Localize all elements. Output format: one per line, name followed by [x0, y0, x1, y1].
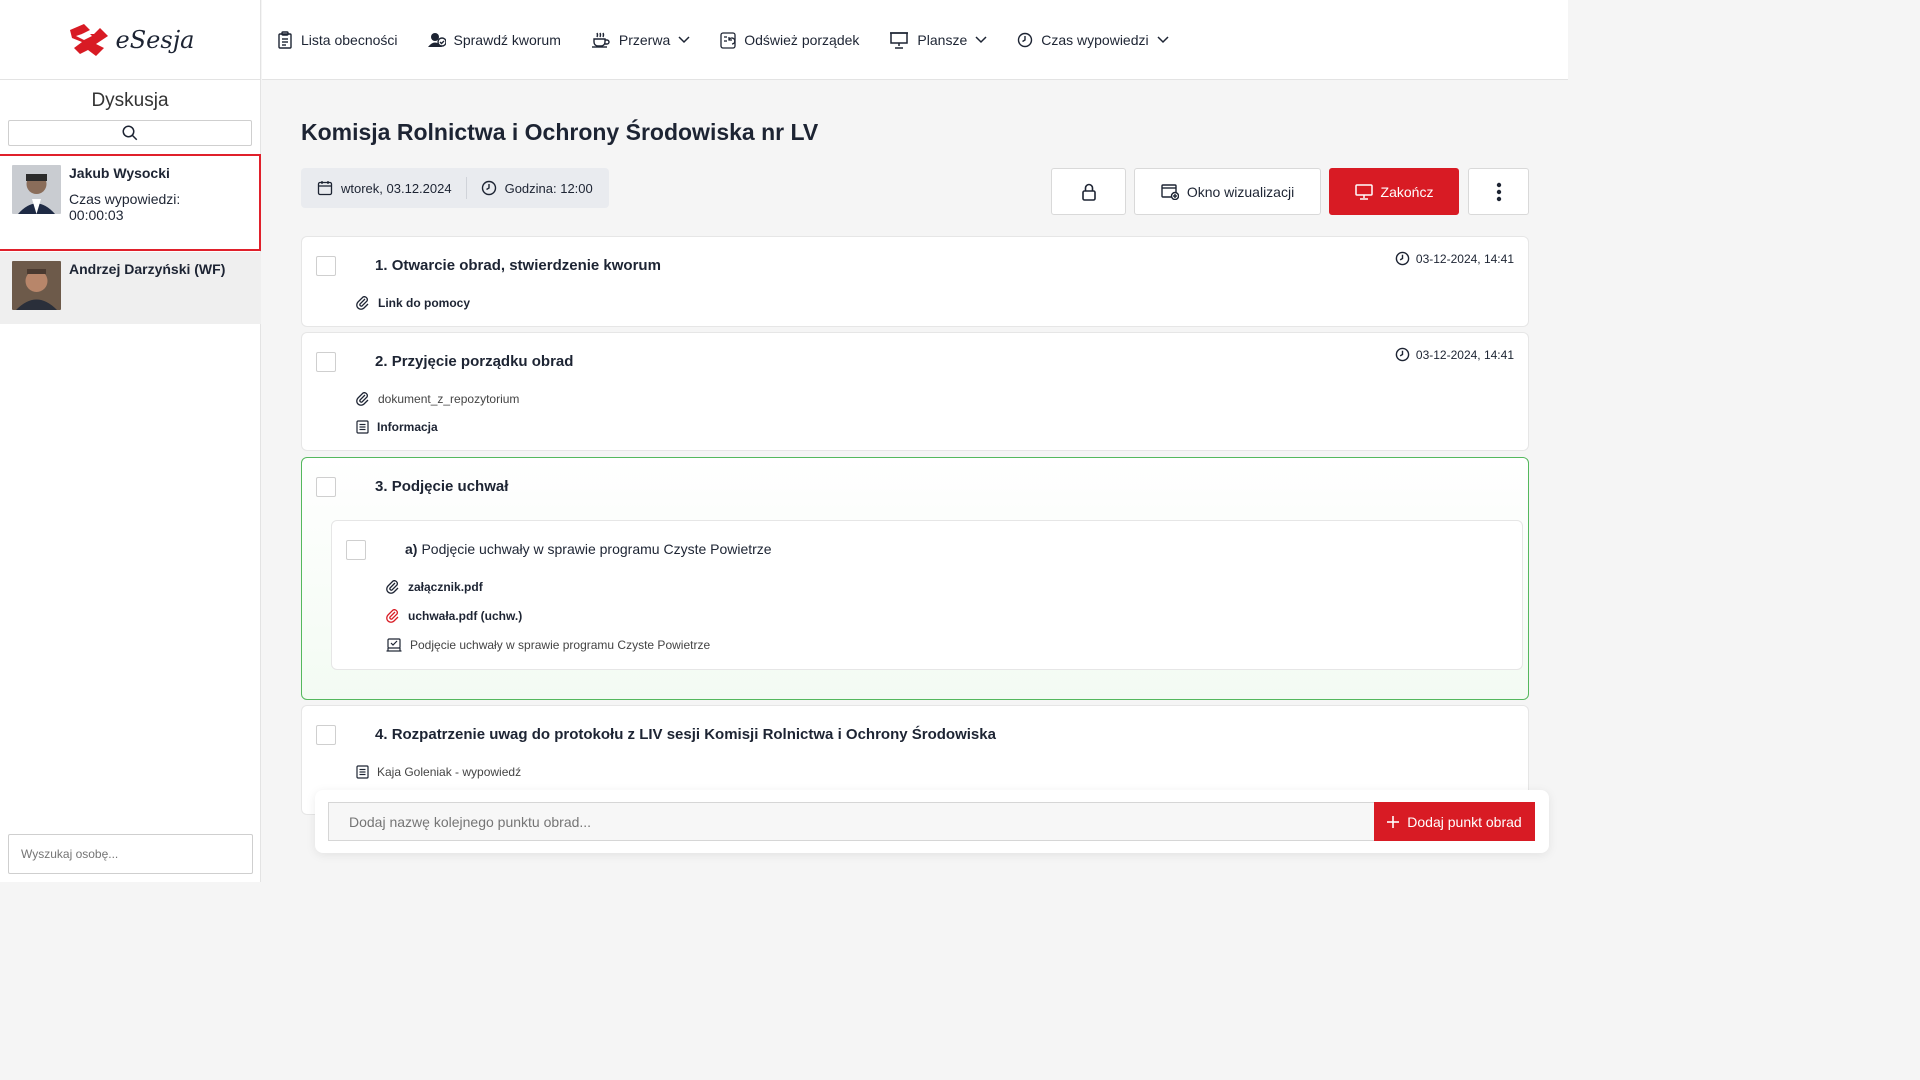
user-check-icon: [427, 32, 446, 47]
visualization-window-button[interactable]: Okno wizualizacji: [1134, 168, 1321, 215]
add-agenda-item-button[interactable]: Dodaj punkt obrad: [1374, 802, 1535, 841]
end-session-label: Zakończ: [1380, 183, 1434, 200]
end-session-button[interactable]: Zakończ: [1329, 168, 1459, 215]
agenda-item-checkbox[interactable]: [316, 256, 336, 276]
paperclip-red-icon: [386, 609, 399, 623]
attachment-link[interactable]: Link do pomocy: [356, 296, 470, 310]
plus-icon: [1387, 815, 1400, 828]
toolbar-check-quorum[interactable]: Sprawdź kworum: [427, 31, 561, 48]
clipboard-icon: [278, 30, 292, 49]
speaker-time-label: Czas wypowiedzi:: [69, 191, 181, 207]
chevron-down-icon: [1157, 35, 1169, 43]
toolbar-boards-dropdown[interactable]: Plansze: [889, 31, 987, 49]
agenda-item-checkbox[interactable]: [316, 725, 336, 745]
agenda-subitem-checkbox[interactable]: [346, 540, 366, 560]
add-agenda-item-bar: Dodaj punkt obrad: [315, 790, 1549, 853]
paperclip-icon: [386, 580, 399, 594]
kebab-menu-icon: [1496, 182, 1501, 201]
agenda-item[interactable]: 2. Przyjęcie porządku obrad 03-12-2024, …: [301, 332, 1529, 451]
toolbar: Lista obecności Sprawdź kworum Przerwa O…: [262, 0, 1568, 80]
clock-icon: [1395, 251, 1410, 266]
chevron-down-icon: [678, 35, 690, 43]
clock-icon: [1018, 32, 1033, 47]
toolbar-speaking-time-dropdown[interactable]: Czas wypowiedzi: [1017, 31, 1169, 48]
clock-icon: [1395, 347, 1410, 362]
agenda-item[interactable]: 1. Otwarcie obrad, stwierdzenie kworum 0…: [301, 236, 1529, 327]
search-icon: [122, 125, 138, 141]
agenda-item-title: 3. Podjęcie uchwał: [375, 478, 509, 495]
toolbar-attendance-list[interactable]: Lista obecności: [277, 30, 398, 49]
document-icon: [356, 420, 369, 434]
toolbar-refresh-agenda[interactable]: Odśwież porządek: [720, 31, 859, 49]
toolbar-label: Odśwież porządek: [744, 31, 860, 48]
agenda-item-timestamp: 03-12-2024, 14:41: [1395, 251, 1514, 266]
sidebar: eSesja Dyskusja Jakub Wysocki Czas wypow…: [0, 0, 261, 882]
speaker-time: 00:00:03: [69, 207, 124, 223]
app-logo[interactable]: eSesja: [0, 0, 260, 80]
coffee-icon: [591, 32, 610, 48]
clock-icon: [481, 180, 496, 196]
sidebar-title: Dyskusja: [91, 90, 169, 111]
avatar: [12, 165, 61, 214]
attachment-link[interactable]: dokument_z_repozytorium: [356, 392, 519, 406]
sidebar-search-button[interactable]: [8, 120, 252, 146]
paperclip-icon: [356, 296, 369, 310]
toolbar-label: Przerwa: [618, 31, 671, 48]
session-date: wtorek, 03.12.2024: [341, 180, 452, 196]
session-time: Godzina: 12:00: [504, 180, 593, 196]
session-date-box: wtorek, 03.12.2024 Godzina: 12:00: [301, 168, 609, 208]
esesja-logo-icon: [69, 23, 108, 56]
agenda-item-timestamp: 03-12-2024, 14:41: [1395, 347, 1514, 362]
toolbar-break-dropdown[interactable]: Przerwa: [591, 32, 690, 48]
toolbar-label: Czas wypowiedzi: [1041, 31, 1149, 48]
lock-button[interactable]: [1051, 168, 1126, 215]
divider: [465, 177, 467, 199]
add-agenda-item-label: Dodaj punkt obrad: [1407, 813, 1522, 830]
agenda-item-checkbox[interactable]: [316, 477, 336, 497]
agenda-item-checkbox[interactable]: [316, 352, 336, 372]
lock-icon: [1081, 183, 1096, 201]
speaker-name: Jakub Wysocki: [69, 165, 170, 181]
agenda-item-title: 2. Przyjęcie porządku obrad: [375, 353, 574, 370]
agenda-item-title: 4. Rozpatrzenie uwag do protokołu z LIV …: [375, 726, 996, 743]
attachment-resolution[interactable]: uchwała.pdf (uchw.): [386, 609, 522, 623]
paperclip-icon: [356, 392, 369, 406]
speaker-name: Andrzej Darzyński (WF): [69, 261, 226, 277]
speaker-item[interactable]: Andrzej Darzyński (WF): [0, 252, 261, 324]
document-icon: [356, 765, 369, 779]
attachment-vote[interactable]: Podjęcie uchwały w sprawie programu Czys…: [386, 638, 710, 652]
attachment-document[interactable]: Kaja Goleniak - wypowiedź: [356, 765, 521, 779]
attachment-link[interactable]: załącznik.pdf: [386, 580, 483, 594]
more-options-button[interactable]: [1468, 168, 1529, 215]
person-search-input[interactable]: [8, 834, 253, 874]
agenda-item-active[interactable]: 3. Podjęcie uchwał a) Podjęcie uchwały w …: [301, 457, 1529, 700]
agenda-subitem-title: a) Podjęcie uchwały w sprawie programu Cz…: [405, 541, 772, 557]
monitor-icon: [1354, 183, 1373, 200]
visualization-label: Okno wizualizacji: [1186, 183, 1295, 200]
page-title: Komisja Rolnictwa i Ochrony Środowiska n…: [301, 119, 819, 145]
agenda-item-title: 1. Otwarcie obrad, stwierdzenie kworum: [375, 257, 661, 274]
logo-text: eSesja: [115, 25, 195, 54]
calendar-icon: [317, 181, 333, 196]
toolbar-label: Plansze: [917, 31, 968, 48]
window-add-icon: [1161, 183, 1179, 200]
new-agenda-item-input[interactable]: [328, 802, 1375, 841]
toolbar-label: Lista obecności: [301, 31, 398, 48]
agenda-subitem[interactable]: a) Podjęcie uchwały w sprawie programu Cz…: [331, 520, 1523, 670]
avatar: [12, 261, 61, 310]
attachment-document[interactable]: Informacja: [356, 420, 438, 434]
refresh-list-icon: [720, 31, 736, 49]
vote-icon: [386, 638, 402, 652]
main-content: Komisja Rolnictwa i Ochrony Środowiska n…: [262, 81, 1568, 882]
chevron-down-icon: [975, 35, 987, 43]
presentation-icon: [890, 31, 909, 49]
toolbar-label: Sprawdź kworum: [453, 31, 561, 48]
speaker-item-active[interactable]: Jakub Wysocki Czas wypowiedzi: 00:00:03: [0, 154, 261, 251]
